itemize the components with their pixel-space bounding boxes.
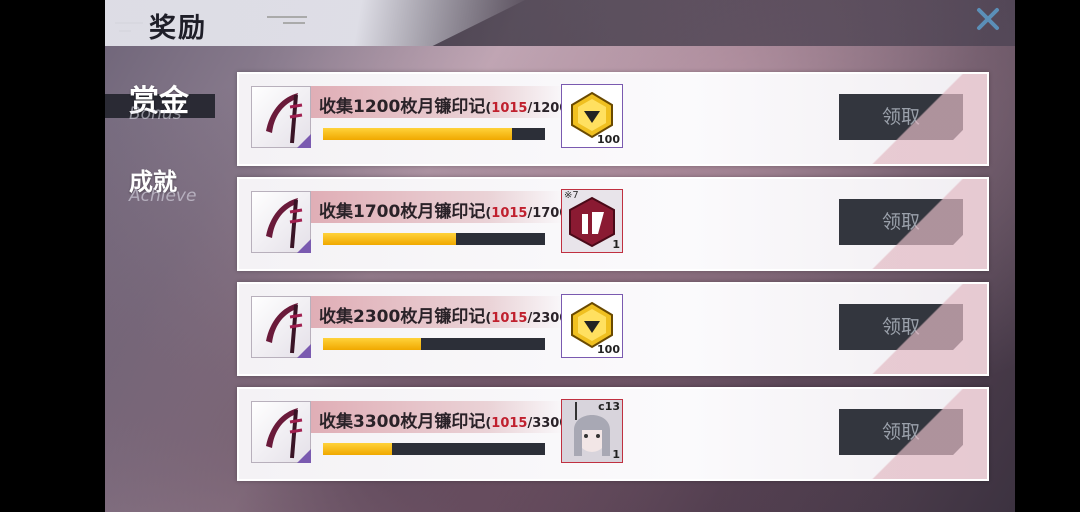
tab-achieve[interactable]: 成就 Achieve xyxy=(105,152,233,244)
reward-item[interactable]: 100 xyxy=(561,84,623,148)
reward-row: 收集3300枚月镰印记(1015/3300) c13 1 领取 xyxy=(237,387,989,481)
reward-quantity: 1 xyxy=(612,238,620,251)
reward-label: 收集1200枚月镰印记(1015/1200) xyxy=(319,97,575,117)
scythe-icon xyxy=(251,191,311,253)
reward-quantity: 1 xyxy=(612,448,620,461)
close-button[interactable] xyxy=(973,6,1003,36)
progress-bar xyxy=(323,233,545,245)
reward-item[interactable]: ※7 1 xyxy=(561,189,623,253)
claim-button[interactable]: 领取 xyxy=(839,94,963,140)
reward-label: 收集1700枚月镰印记(1015/1700) xyxy=(319,202,575,222)
reward-level: ※7 xyxy=(564,190,579,201)
reward-item[interactable]: 100 xyxy=(561,294,623,358)
claim-button[interactable]: 领取 xyxy=(839,304,963,350)
reward-item[interactable]: c13 1 xyxy=(561,399,623,463)
header-decoration xyxy=(283,22,305,24)
claim-button[interactable]: 领取 xyxy=(839,409,963,455)
progress-fill xyxy=(323,233,457,245)
reward-row: 收集1200枚月镰印记(1015/1200) 100 领取 xyxy=(237,72,989,166)
tab-sublabel: Bonus xyxy=(129,104,182,124)
header-decoration xyxy=(267,16,307,18)
reward-level: c13 xyxy=(598,400,620,413)
reward-quantity: 100 xyxy=(597,343,620,356)
reward-row: 收集2300枚月镰印记(1015/2300) 100 领取 xyxy=(237,282,989,376)
close-icon xyxy=(977,8,999,30)
reward-label: 收集3300枚月镰印记(1015/3300) xyxy=(319,412,575,432)
progress-fill xyxy=(323,443,392,455)
tab-bonus[interactable]: 赏金 Bonus xyxy=(105,60,233,152)
progress-bar xyxy=(323,443,545,455)
reward-label: 收集2300枚月镰印记(1015/2300) xyxy=(319,307,575,327)
header-decoration xyxy=(115,22,143,24)
screen: 奖励 赏金 Bonus 成就 Achieve 收集1200枚月镰印记(1015/… xyxy=(0,0,1080,512)
header-bar: 奖励 xyxy=(105,0,1015,46)
scythe-icon xyxy=(251,296,311,358)
reward-quantity: 100 xyxy=(597,133,620,146)
sidebar: 赏金 Bonus 成就 Achieve xyxy=(105,60,233,244)
claim-button[interactable]: 领取 xyxy=(839,199,963,245)
progress-bar xyxy=(323,338,545,350)
tab-sublabel: Achieve xyxy=(129,186,197,206)
page-title: 奖励 xyxy=(149,13,207,44)
progress-fill xyxy=(323,338,421,350)
game-view: 奖励 赏金 Bonus 成就 Achieve 收集1200枚月镰印记(1015/… xyxy=(105,0,1015,512)
scythe-icon xyxy=(251,86,311,148)
progress-bar xyxy=(323,128,545,140)
progress-fill xyxy=(323,128,512,140)
reward-row: 收集1700枚月镰印记(1015/1700) ※7 1 领取 xyxy=(237,177,989,271)
header-decoration xyxy=(119,30,131,32)
scythe-icon xyxy=(251,401,311,463)
